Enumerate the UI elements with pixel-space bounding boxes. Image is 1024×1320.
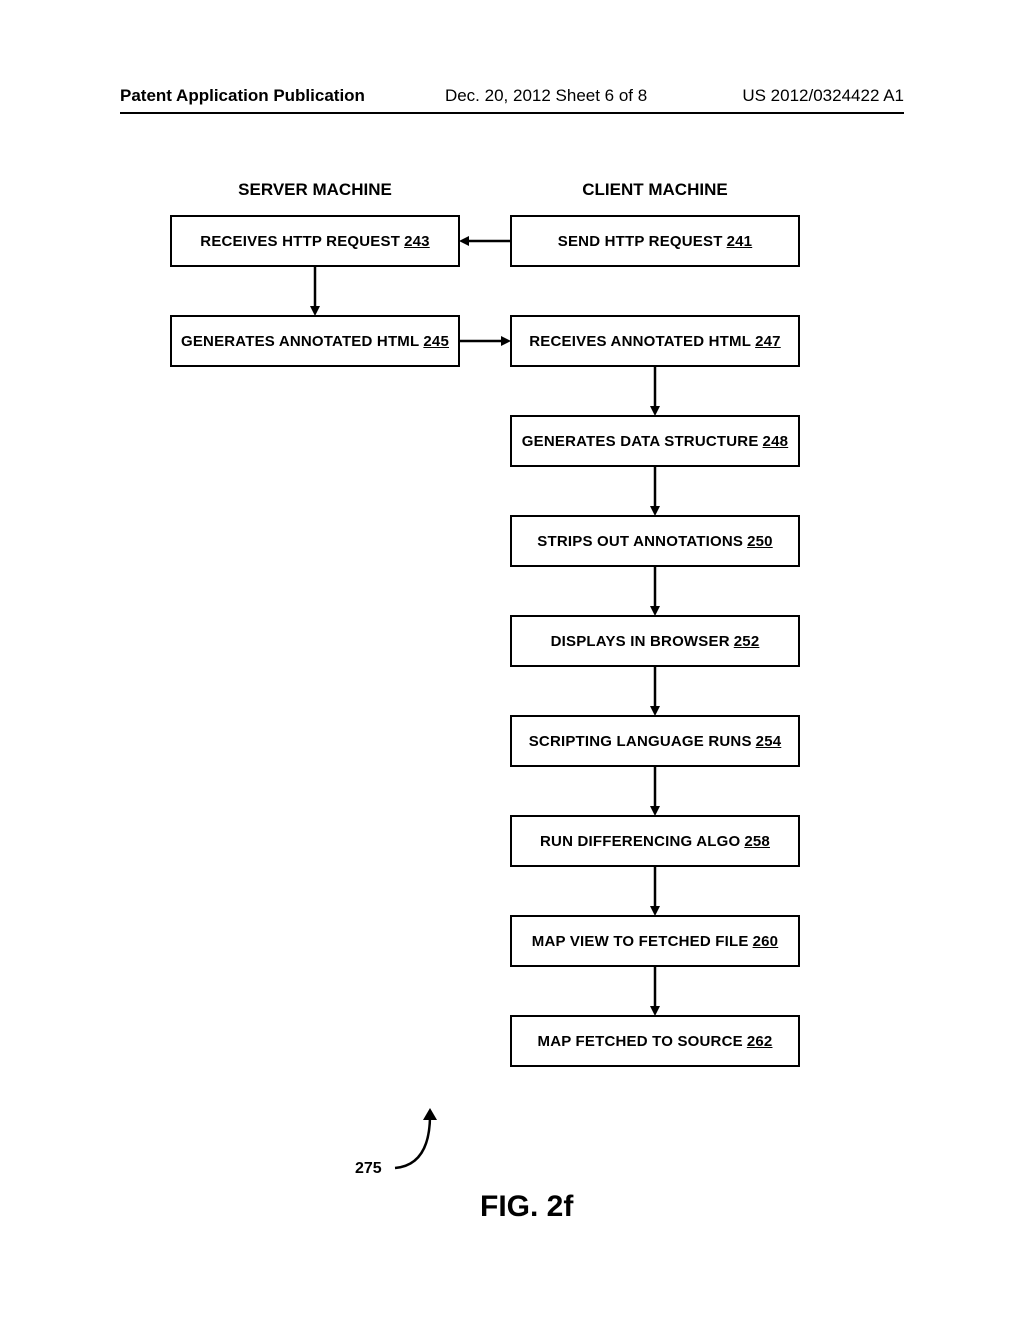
box-run-differencing-algo: RUN DIFFERENCING ALGO 258 — [510, 815, 800, 867]
box-label: SEND HTTP REQUEST — [558, 233, 723, 250]
box-label: DISPLAYS IN BROWSER — [551, 633, 730, 650]
box-displays-in-browser: DISPLAYS IN BROWSER 252 — [510, 615, 800, 667]
box-map-view-to-fetched-file: MAP VIEW TO FETCHED FILE 260 — [510, 915, 800, 967]
header-rule — [120, 112, 904, 114]
box-number: 247 — [755, 333, 781, 350]
box-strips-out-annotations: STRIPS OUT ANNOTATIONS 250 — [510, 515, 800, 567]
box-number: 254 — [756, 733, 782, 750]
box-label: SCRIPTING LANGUAGE RUNS — [529, 733, 752, 750]
box-send-http-request: SEND HTTP REQUEST 241 — [510, 215, 800, 267]
box-label: GENERATES DATA STRUCTURE — [522, 433, 759, 450]
box-number: 258 — [744, 833, 770, 850]
box-generates-data-structure: GENERATES DATA STRUCTURE 248 — [510, 415, 800, 467]
publication-title: Patent Application Publication — [120, 86, 365, 106]
box-label: RUN DIFFERENCING ALGO — [540, 833, 740, 850]
box-receives-http-request: RECEIVES HTTP REQUEST 243 — [170, 215, 460, 267]
reference-number-275: 275 — [355, 1160, 382, 1178]
page: Patent Application Publication Dec. 20, … — [0, 0, 1024, 1320]
box-label: GENERATES ANNOTATED HTML — [181, 333, 419, 350]
box-number: 250 — [747, 533, 773, 550]
box-label: RECEIVES ANNOTATED HTML — [529, 333, 751, 350]
box-number: 241 — [727, 233, 753, 250]
box-label: MAP VIEW TO FETCHED FILE — [532, 933, 749, 950]
publication-date-sheet: Dec. 20, 2012 Sheet 6 of 8 — [445, 86, 647, 106]
box-receives-annotated-html: RECEIVES ANNOTATED HTML 247 — [510, 315, 800, 367]
column-title-server: SERVER MACHINE — [215, 180, 415, 200]
box-number: 243 — [404, 233, 430, 250]
box-number: 245 — [423, 333, 449, 350]
box-label: RECEIVES HTTP REQUEST — [200, 233, 400, 250]
box-map-fetched-to-source: MAP FETCHED TO SOURCE 262 — [510, 1015, 800, 1067]
box-number: 248 — [763, 433, 789, 450]
publication-header: Patent Application Publication Dec. 20, … — [120, 86, 904, 106]
box-generates-annotated-html: GENERATES ANNOTATED HTML 245 — [170, 315, 460, 367]
box-label: STRIPS OUT ANNOTATIONS — [537, 533, 743, 550]
box-number: 262 — [747, 1033, 773, 1050]
publication-number: US 2012/0324422 A1 — [742, 86, 904, 106]
flowchart: SERVER MACHINE CLIENT MACHINE RECEIVES H… — [0, 180, 1024, 1240]
box-scripting-language-runs: SCRIPTING LANGUAGE RUNS 254 — [510, 715, 800, 767]
box-number: 260 — [753, 933, 779, 950]
box-label: MAP FETCHED TO SOURCE — [538, 1033, 743, 1050]
figure-caption: FIG. 2f — [480, 1190, 573, 1224]
box-number: 252 — [734, 633, 760, 650]
column-title-client: CLIENT MACHINE — [555, 180, 755, 200]
